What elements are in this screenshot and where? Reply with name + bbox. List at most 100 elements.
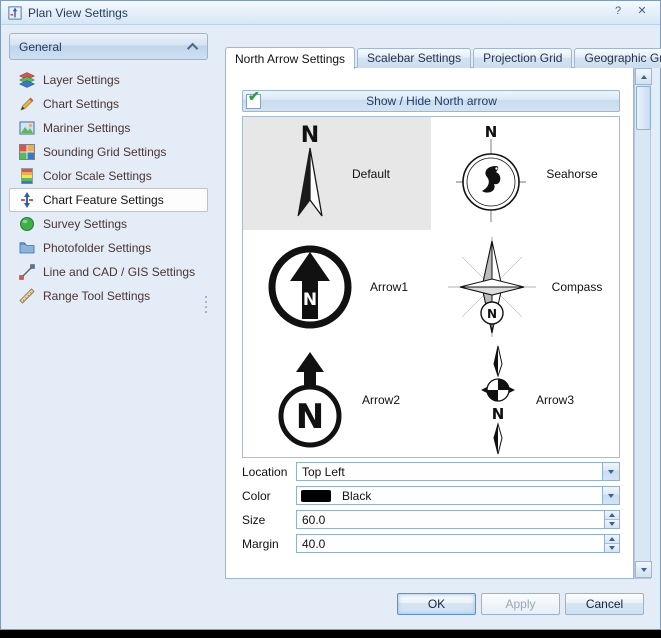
style-name: Arrow2 [362,393,400,407]
style-option-arrow3[interactable]: N Arrow3 [431,344,619,457]
margin-label: Margin [242,537,296,551]
sidebar-group-general[interactable]: General [9,33,208,60]
folder-icon [19,240,35,256]
sidebar-items: Layer Settings Chart Settings [9,68,208,308]
margin-row: Margin [242,534,620,553]
cancel-button[interactable]: Cancel [565,593,644,615]
sidebar-item-sounding-grid-settings[interactable]: Sounding Grid Settings [9,140,208,164]
margin-spinner[interactable] [296,534,620,553]
style-option-compass[interactable]: N Compass [431,230,619,343]
color-dropdown[interactable]: Black [296,486,620,505]
window-icon [8,6,22,20]
location-dropdown-button[interactable] [602,463,619,480]
margin-spin-buttons [604,535,619,552]
style-option-seahorse[interactable]: N Seahorse [431,117,619,230]
sidebar-item-label: Survey Settings [43,217,127,231]
scroll-down-icon[interactable] [635,561,652,578]
spin-up-icon[interactable] [605,535,619,544]
default-arrow-graphic: N [284,124,336,224]
svg-text:N: N [296,397,324,437]
style-name: Arrow1 [370,280,408,294]
polyline-icon [19,264,35,280]
layers-icon [19,72,35,88]
svg-text:N: N [301,124,319,148]
north-arrow-icon [19,192,35,208]
tab-north-arrow-settings[interactable]: North Arrow Settings [225,47,355,69]
location-label: Location [242,465,296,479]
style-option-default[interactable]: N Default [243,117,431,230]
sidebar-item-label: Photofolder Settings [43,241,151,255]
svg-text:N: N [487,307,497,321]
sidebar-item-mariner-settings[interactable]: Mariner Settings [9,116,208,140]
color-dropdown-button[interactable] [602,487,619,504]
size-input[interactable] [297,512,604,527]
style-option-arrow1[interactable]: N Arrow1 [243,230,431,343]
location-row: Location Top Left [242,462,620,481]
sidebar-item-line-cad-gis-settings[interactable]: Line and CAD / GIS Settings [9,260,208,284]
sidebar-item-chart-settings[interactable]: Chart Settings [9,92,208,116]
margin-input[interactable] [297,536,604,551]
green-sphere-icon [19,216,35,232]
sidebar-item-label: Layer Settings [43,73,120,87]
compass-graphic: N [448,237,536,337]
sidebar-item-label: Chart Feature Settings [43,193,164,207]
sidebar-item-label: Mariner Settings [43,121,130,135]
show-hide-north-arrow-toggle[interactable]: ✔ Show / Hide North arrow [242,90,620,112]
titlebar[interactable]: Plan View Settings ? ✕ [1,1,660,25]
color-scale-icon [19,168,35,184]
tab-geographic-grid[interactable]: Geographic Grid [574,48,661,68]
sidebar-item-range-tool-settings[interactable]: Range Tool Settings [9,284,208,308]
window-title: Plan View Settings [28,6,128,20]
vertical-scrollbar[interactable] [634,67,651,579]
size-spinner[interactable] [296,510,620,529]
location-value: Top Left [297,465,602,479]
picture-icon [19,120,35,136]
arrow3-graphic: N [476,344,520,456]
help-icon[interactable]: ? [608,4,628,20]
sidebar-item-label: Line and CAD / GIS Settings [43,265,195,279]
splitter-handle[interactable] [205,296,207,313]
style-name: Seahorse [546,167,597,181]
plan-view-settings-dialog: Plan View Settings ? ✕ General Layer Set… [0,0,661,630]
style-name: Default [352,167,390,181]
tab-strip: North Arrow Settings Scalebar Settings P… [225,47,661,68]
sidebar-item-photofolder-settings[interactable]: Photofolder Settings [9,236,208,260]
svg-text:N: N [492,405,505,423]
pencil-icon [19,96,35,112]
spin-up-icon[interactable] [605,511,619,520]
north-arrow-style-grid: N Default N Seahorse [242,116,620,458]
sidebar-item-label: Color Scale Settings [43,169,152,183]
tab-scalebar-settings[interactable]: Scalebar Settings [357,48,471,68]
svg-text:N: N [485,124,498,141]
color-swatch [301,490,331,502]
seahorse-arrow-graphic: N [452,124,530,224]
spin-down-icon[interactable] [605,520,619,528]
scrollbar-thumb[interactable] [636,86,651,130]
ok-button[interactable]: OK [397,593,476,615]
size-label: Size [242,513,296,527]
scroll-up-icon[interactable] [635,68,652,85]
sidebar-item-label: Chart Settings [43,97,119,111]
svg-text:N: N [303,290,317,310]
sidebar: General Layer Settings [9,33,208,308]
sidebar-item-chart-feature-settings[interactable]: Chart Feature Settings [9,188,208,212]
sidebar-item-layer-settings[interactable]: Layer Settings [9,68,208,92]
apply-button[interactable]: Apply [481,593,560,615]
chevron-down-icon [608,494,614,498]
close-icon[interactable]: ✕ [632,4,652,20]
sidebar-item-survey-settings[interactable]: Survey Settings [9,212,208,236]
checkbox-checked-icon[interactable]: ✔ [246,94,261,109]
style-name: Compass [552,280,603,294]
sidebar-item-color-scale-settings[interactable]: Color Scale Settings [9,164,208,188]
chevron-down-icon [608,470,614,474]
ruler-icon [19,288,35,304]
tab-projection-grid[interactable]: Projection Grid [473,48,572,68]
location-dropdown[interactable]: Top Left [296,462,620,481]
style-option-arrow2[interactable]: N Arrow2 [243,344,431,457]
north-arrow-settings-panel: ✔ Show / Hide North arrow N Default N [225,67,634,579]
color-label: Color [242,489,296,503]
spin-down-icon[interactable] [605,544,619,552]
color-grid-icon [19,144,35,160]
sidebar-item-label: Range Tool Settings [43,289,150,303]
size-row: Size [242,510,620,529]
